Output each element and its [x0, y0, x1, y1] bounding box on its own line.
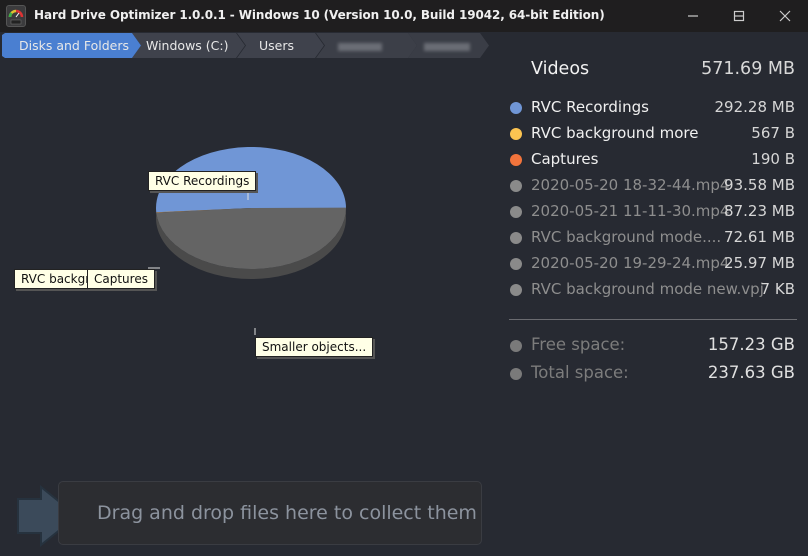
list-item[interactable]: RVC background more 567 B [509, 121, 799, 147]
item-size: 567 B [751, 124, 795, 142]
list-item[interactable]: 2020-05-21 11-11-30.mp4 87.23 MB [509, 199, 799, 225]
item-size: 7 KB [760, 280, 795, 298]
list-item[interactable]: Captures 190 B [509, 147, 799, 173]
item-size: 72.61 MB [724, 228, 795, 246]
legend-dot-icon [510, 284, 522, 296]
item-name: 2020-05-20 19-29-24.mp4 [531, 254, 730, 272]
list-item[interactable]: 2020-05-20 18-32-44.mp4 93.58 MB [509, 173, 799, 199]
folder-size: 571.69 MB [701, 59, 795, 79]
disk-value: 237.63 GB [707, 363, 795, 382]
item-name: RVC Recordings [531, 98, 649, 116]
item-name: 2020-05-20 18-32-44.mp4 [531, 176, 730, 194]
maximize-icon [733, 10, 745, 22]
legend-dot-icon [510, 368, 522, 380]
disk-label: Free space: [531, 335, 626, 354]
legend-dot-icon [510, 340, 522, 352]
disk-info-row: Free space: 157.23 GB [509, 332, 799, 358]
folder-name: Videos [531, 59, 590, 79]
breadcrumb-item-disks-and-folders[interactable]: Disks and Folders [2, 33, 142, 58]
disk-info-row: Total space: 237.63 GB [509, 360, 799, 386]
legend-dot-icon [510, 206, 522, 218]
item-size: 25.97 MB [724, 254, 795, 272]
list-item[interactable]: RVC background mode.... 72.61 MB [509, 225, 799, 251]
divider [509, 319, 797, 320]
item-size: 87.23 MB [724, 202, 795, 220]
item-name: RVC background mode new.vpj [531, 280, 764, 298]
list-item[interactable]: RVC background mode new.vpj 7 KB [509, 277, 799, 303]
chart-label-captures[interactable]: Captures [87, 269, 155, 289]
item-name: RVC background more [531, 124, 699, 142]
breadcrumb-item-windows-c[interactable]: Windows (C:) [132, 33, 246, 58]
legend-dot-icon [510, 154, 522, 166]
item-name: RVC background mode.... [531, 228, 722, 246]
minimize-icon [688, 15, 698, 17]
drop-zone-text: Drag and drop files here to collect them [97, 502, 477, 524]
breadcrumb: Users Windows (C:) Disks and Folders [0, 33, 500, 58]
item-name: 2020-05-21 11-11-30.mp4 [531, 202, 730, 220]
pie-chart: RVC Recordings RVC background more Captu… [0, 60, 500, 470]
maximize-button-wrap[interactable] [716, 0, 762, 32]
breadcrumb-item-redacted-1[interactable] [316, 33, 418, 58]
disk-label: Total space: [531, 363, 629, 382]
breadcrumb-item-users[interactable]: Users [237, 33, 325, 58]
disk-value: 157.23 GB [707, 335, 795, 354]
close-button[interactable] [762, 0, 808, 32]
list-item[interactable]: RVC Recordings 292.28 MB [509, 95, 799, 121]
gauge-icon [6, 5, 26, 27]
close-icon [779, 10, 791, 22]
chart-label-rvc-recordings[interactable]: RVC Recordings [148, 171, 257, 191]
list-item[interactable]: 2020-05-20 19-29-24.mp4 25.97 MB [509, 251, 799, 277]
minimize-button-wrap[interactable] [670, 0, 716, 32]
chart-label-rvc-background[interactable]: RVC background more [14, 269, 92, 289]
item-size: 93.58 MB [724, 176, 795, 194]
item-name: Captures [531, 150, 599, 168]
chart-label-smaller-objects[interactable]: Smaller objects... [255, 337, 374, 357]
breadcrumb-item-redacted-2[interactable] [408, 33, 490, 58]
item-size: 190 B [751, 150, 795, 168]
window-title: Hard Drive Optimizer 1.0.0.1 - Windows 1… [34, 8, 605, 22]
item-size: 292.28 MB [714, 98, 796, 116]
legend-dot-icon [510, 258, 522, 270]
legend-dot-icon [510, 102, 522, 114]
legend-dot-icon [510, 232, 522, 244]
drop-zone[interactable]: Drag and drop files here to collect them [58, 481, 482, 545]
legend-dot-icon [510, 180, 522, 192]
legend-dot-icon [510, 128, 522, 140]
